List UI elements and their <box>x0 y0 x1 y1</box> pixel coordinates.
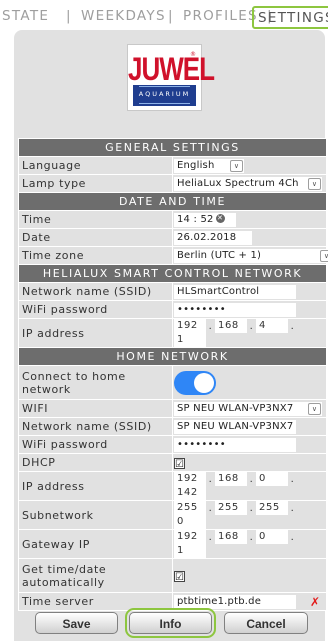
dhcp-label: DHCP <box>18 453 173 472</box>
time-zone-select[interactable]: Berlin (UTC + 1) ∨ <box>174 248 328 263</box>
ip-octet-input[interactable]: 4 <box>256 319 288 333</box>
home-ip-group: 192. 168. 0.142 <box>172 471 327 501</box>
wifi-select[interactable]: SP NEU WLAN-VP3NX7 ∨ <box>174 401 322 416</box>
subnet-group: 255. 255. 255.0 <box>172 500 327 530</box>
section-general-settings: GENERAL SETTINGS <box>18 138 327 157</box>
ip-octet-input[interactable]: 255 <box>174 501 206 515</box>
tab-state[interactable]: STATE <box>2 8 49 24</box>
ip-octet-input[interactable]: 192 <box>174 319 206 333</box>
save-button[interactable]: Save <box>35 612 118 634</box>
juwel-logo: JUWEL ® AQUARIUM <box>127 44 215 111</box>
date-label: Date <box>18 228 173 247</box>
section-helialux-network: HELIALUX SMART CONTROL NETWORK <box>18 264 327 283</box>
ip-dot: . <box>249 531 254 543</box>
ip-octet-input[interactable]: 255 <box>256 501 288 515</box>
logo-registered-mark: ® <box>190 51 196 58</box>
ip-octet-input[interactable]: 0 <box>174 515 206 529</box>
home-ssid-input[interactable]: SP NEU WLAN-VP3NX7 <box>174 419 296 434</box>
ip-dot: . <box>208 502 213 514</box>
ip-dot: . <box>249 320 254 332</box>
home-ip-label: IP address <box>18 471 173 501</box>
home-ssid-label: Network name (SSID) <box>18 417 173 436</box>
section-date-time: DATE AND TIME <box>18 192 327 211</box>
logo-wave-bottom <box>139 100 190 104</box>
lamp-type-label: Lamp type <box>18 174 173 193</box>
ip-octet-input[interactable]: 1 <box>174 544 206 558</box>
language-value: English <box>177 159 215 171</box>
time-label: Time <box>18 210 173 229</box>
ip-octet-input[interactable]: 255 <box>215 501 247 515</box>
ip-dot: . <box>208 473 213 485</box>
ip-octet-input[interactable]: 0 <box>256 530 288 544</box>
tab-profiles[interactable]: PROFILES <box>183 8 258 24</box>
ip-octet-input[interactable]: 168 <box>215 319 247 333</box>
wifi-label: WIFI <box>18 399 173 418</box>
ip-octet-input[interactable]: 168 <box>215 472 247 486</box>
info-button[interactable]: Info <box>125 608 216 638</box>
date-input[interactable]: 26.02.2018 <box>174 230 252 245</box>
connect-home-label: Connect to home network <box>18 365 173 400</box>
gateway-group: 192. 168. 0.1 <box>172 529 327 559</box>
tab-weekdays[interactable]: WEEKDAYS <box>81 8 166 24</box>
chevron-down-icon: ∨ <box>230 159 243 172</box>
time-server-input[interactable]: ptbtime1.ptb.de <box>174 594 296 609</box>
home-password-label: WiFi password <box>18 435 173 454</box>
home-password-input[interactable]: •••••••• <box>174 437 296 452</box>
hlsc-ip-group: 192. 168. 4.1 <box>172 318 327 348</box>
ip-octet-input[interactable]: 192 <box>174 530 206 544</box>
ip-dot: . <box>290 531 295 543</box>
ip-octet-input[interactable]: 142 <box>174 486 206 500</box>
section-home-network: HOME NETWORK <box>18 347 327 366</box>
ip-octet-input[interactable]: 0 <box>256 472 288 486</box>
time-zone-value: Berlin (UTC + 1) <box>177 249 262 261</box>
wifi-value: SP NEU WLAN-VP3NX7 <box>177 402 294 414</box>
ip-octet-input[interactable]: 1 <box>174 333 206 347</box>
top-navigation: STATE | WEEKDAYS | PROFILES | SETTINGS <box>0 0 328 32</box>
ip-dot: . <box>249 473 254 485</box>
connect-home-toggle[interactable] <box>174 370 216 395</box>
chevron-down-icon: ∨ <box>308 402 321 415</box>
ip-dot: . <box>249 502 254 514</box>
toggle-knob <box>194 372 214 393</box>
hlsc-ssid-label: Network name (SSID) <box>18 282 173 301</box>
hlsc-password-input[interactable]: •••••••• <box>174 302 296 317</box>
ip-octet-input[interactable]: 168 <box>215 530 247 544</box>
lamp-type-select[interactable]: HeliaLux Spectrum 4Ch ∨ <box>174 176 322 191</box>
time-input[interactable]: 14 : 52 ✕ <box>174 212 236 227</box>
hlsc-password-label: WiFi password <box>18 300 173 319</box>
chevron-down-icon: ∨ <box>320 249 328 262</box>
language-label: Language <box>18 156 173 175</box>
time-zone-label: Time zone <box>18 246 173 265</box>
logo-subtext: AQUARIUM <box>138 90 191 98</box>
hlsc-ssid-input[interactable]: HLSmartControl <box>174 284 296 299</box>
ip-dot: . <box>208 320 213 332</box>
time-value: 14 : 52 <box>177 213 214 225</box>
lamp-type-value: HeliaLux Spectrum 4Ch <box>177 177 299 189</box>
language-select[interactable]: English ∨ <box>174 158 244 173</box>
ip-dot: . <box>290 473 295 485</box>
chevron-down-icon: ∨ <box>308 177 321 190</box>
time-server-label: Time server <box>18 592 173 611</box>
subnet-label: Subnetwork <box>18 500 173 530</box>
ip-dot: . <box>208 531 213 543</box>
auto-time-checkbox[interactable]: ☑ <box>174 570 185 583</box>
tab-separator: | <box>66 8 72 24</box>
ip-dot: . <box>290 502 295 514</box>
invalid-icon: ✗ <box>310 594 321 609</box>
ip-octet-input[interactable]: 192 <box>174 472 206 486</box>
gateway-label: Gateway IP <box>18 529 173 559</box>
logo-band: AQUARIUM <box>133 85 196 106</box>
ip-dot: . <box>290 320 295 332</box>
clear-icon[interactable]: ✕ <box>215 214 225 223</box>
settings-table: GENERAL SETTINGS Language English ∨ Lamp … <box>18 138 328 611</box>
auto-time-label: Get time/date automatically <box>18 558 173 593</box>
tab-separator: | <box>168 8 174 24</box>
hlsc-ip-label: IP address <box>18 318 173 348</box>
tab-settings[interactable]: SETTINGS <box>252 6 328 29</box>
cancel-button[interactable]: Cancel <box>224 612 308 634</box>
dhcp-checkbox[interactable]: ☑ <box>174 457 185 470</box>
